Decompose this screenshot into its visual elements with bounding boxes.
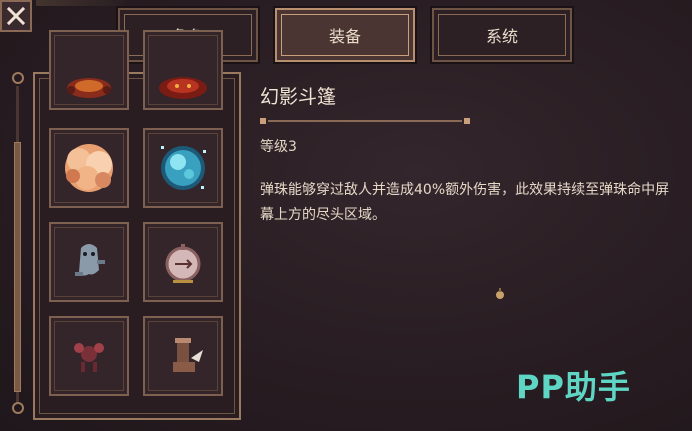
tab-system[interactable]: 系统 xyxy=(430,6,574,64)
item-name: 幻影斗篷 xyxy=(260,86,337,108)
watermark: PP助手 xyxy=(516,362,631,408)
inventory-slot[interactable] xyxy=(143,222,223,302)
inventory-slot[interactable] xyxy=(49,128,129,208)
scrollbar[interactable] xyxy=(11,72,25,417)
blue-crystal-orb-icon xyxy=(161,146,206,190)
close-button[interactable] xyxy=(0,0,32,32)
inventory-panel xyxy=(33,30,241,420)
scrollbar-thumb[interactable] xyxy=(14,142,21,392)
inventory-slot[interactable] xyxy=(143,316,223,396)
ghost-figure-icon xyxy=(75,244,105,276)
winged-boot-icon xyxy=(173,338,203,372)
fiery-cloud-item-icon xyxy=(65,144,113,192)
title-divider xyxy=(260,118,470,124)
scrollbar-top-ornament xyxy=(12,72,24,84)
pocket-watch-icon xyxy=(165,244,201,283)
inventory-slot[interactable] xyxy=(49,316,129,396)
close-icon xyxy=(6,6,26,26)
inventory-slot[interactable] xyxy=(49,30,129,110)
red-crab-figure-icon xyxy=(74,343,104,372)
item-description: 弹珠能够穿过敌人并造成40%额外伤害，此效果持续至弹珠命中屏幕上方的尽头区域。 xyxy=(260,182,670,223)
inventory-slot[interactable] xyxy=(143,128,223,208)
title-fragment xyxy=(36,0,126,6)
inventory-slot[interactable] xyxy=(143,30,223,110)
watermark-text: PP助手 xyxy=(516,368,631,406)
red-beetle-item-icon xyxy=(159,77,207,99)
tab-label: 系统 xyxy=(485,27,518,46)
tab-label: 装备 xyxy=(328,27,361,46)
cursor-icon xyxy=(496,288,504,299)
tab-equipment[interactable]: 装备 xyxy=(273,6,417,64)
scrollbar-bottom-ornament xyxy=(12,402,24,414)
red-crab-item-icon xyxy=(67,78,111,98)
item-level: 等级3 xyxy=(260,139,297,155)
inventory-slot[interactable] xyxy=(49,222,129,302)
